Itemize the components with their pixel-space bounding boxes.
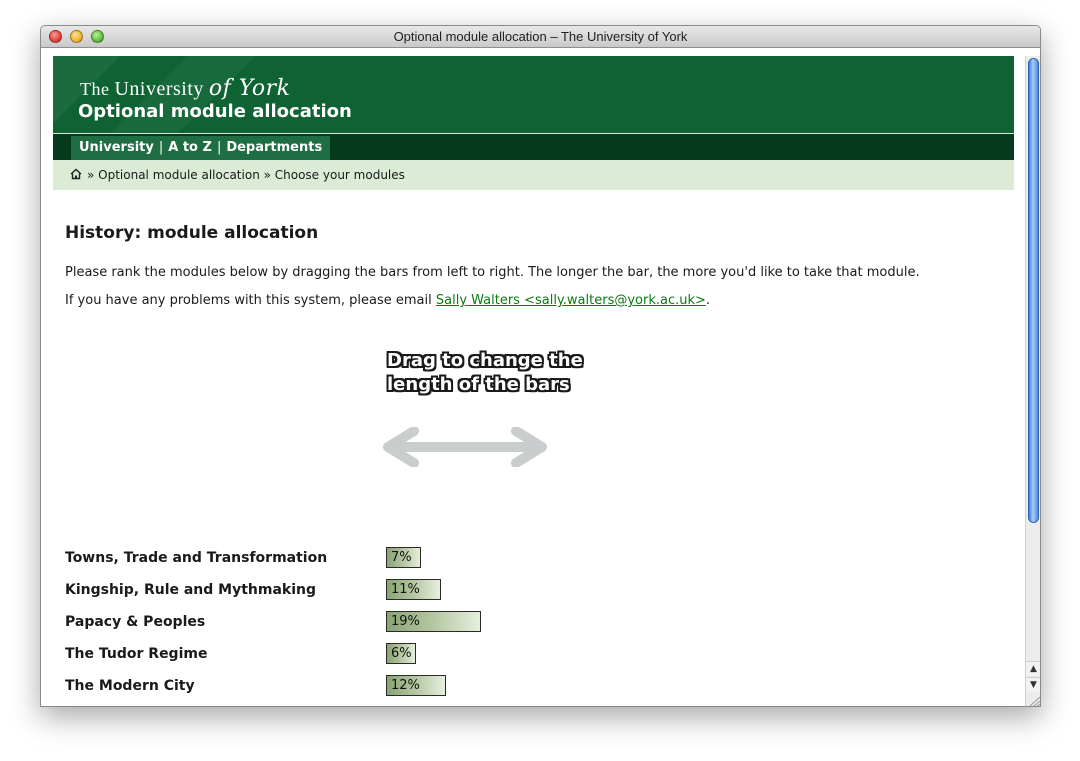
page-viewport: The University of York Optional module a…	[53, 56, 1014, 706]
contact-suffix: .	[705, 293, 711, 308]
module-name: Papacy & Peoples	[65, 614, 206, 630]
drag-hint: Drag to change the length of the bars	[383, 349, 585, 467]
preference-bar[interactable]: 19%	[386, 611, 481, 632]
nav-links: University | A to Z | Departments	[71, 136, 331, 161]
contact-email-link[interactable]: Sally Walters <sally.walters@york.ac.uk>	[436, 293, 706, 308]
preference-bar[interactable]: 7%	[386, 547, 421, 568]
site-header: The University of York Optional module a…	[53, 56, 1014, 133]
module-row: The Modern City 12%	[65, 675, 765, 697]
university-logo[interactable]: The University of York	[80, 76, 291, 101]
logo-of-york: of York	[208, 76, 291, 101]
preference-bar[interactable]: 6%	[386, 643, 416, 664]
resize-grip-icon[interactable]	[1025, 693, 1041, 707]
breadcrumb-trail[interactable]: » Optional module allocation » Choose yo…	[87, 168, 405, 182]
module-row: Kingship, Rule and Mythmaking 11%	[65, 579, 765, 601]
window-title: Optional module allocation – The Univers…	[393, 29, 688, 44]
contact-prefix: If you have any problems with this syste…	[65, 293, 436, 308]
title-bar: Optional module allocation – The Univers…	[41, 26, 1040, 48]
instructions-text: Please rank the modules below by draggin…	[65, 265, 920, 280]
logo-the: The	[80, 79, 115, 99]
preference-bar[interactable]: 12%	[386, 675, 446, 696]
vertical-scrollbar[interactable]: ▲ ▼	[1025, 56, 1040, 706]
nav-link-a-to-z[interactable]: A to Z	[168, 140, 212, 155]
nav-bar: University | A to Z | Departments	[53, 133, 1014, 161]
page-title: History: module allocation	[65, 223, 319, 243]
nav-link-university[interactable]: University	[79, 140, 154, 155]
preference-bar[interactable]: 11%	[386, 579, 441, 600]
home-icon[interactable]	[70, 168, 82, 180]
module-row: Papacy & Peoples 19%	[65, 611, 765, 633]
contact-text: If you have any problems with this syste…	[65, 293, 710, 308]
scroll-up-arrow-icon[interactable]: ▲	[1026, 661, 1040, 676]
scrollbar-thumb[interactable]	[1028, 58, 1039, 523]
module-name: Kingship, Rule and Mythmaking	[65, 582, 317, 598]
module-name: Towns, Trade and Transformation	[65, 550, 328, 566]
nav-link-departments[interactable]: Departments	[226, 140, 322, 155]
nav-separator: |	[216, 140, 222, 155]
module-name: The Modern City	[65, 678, 195, 694]
drag-hint-text: Drag to change the length of the bars	[387, 349, 583, 397]
drag-hint-line2: length of the bars	[387, 374, 570, 395]
module-name: The Tudor Regime	[65, 646, 208, 662]
breadcrumb: » Optional module allocation » Choose yo…	[53, 160, 1014, 190]
module-row: Towns, Trade and Transformation 7%	[65, 547, 765, 569]
module-row: The Tudor Regime 6%	[65, 643, 765, 665]
logo-university: University	[114, 78, 204, 100]
scroll-down-arrow-icon[interactable]: ▼	[1026, 677, 1040, 692]
nav-separator: |	[158, 140, 164, 155]
site-title: Optional module allocation	[78, 101, 352, 122]
drag-hint-line1: Drag to change the	[387, 350, 583, 371]
double-arrow-icon	[383, 427, 547, 467]
browser-window: Optional module allocation – The Univers…	[40, 25, 1041, 707]
